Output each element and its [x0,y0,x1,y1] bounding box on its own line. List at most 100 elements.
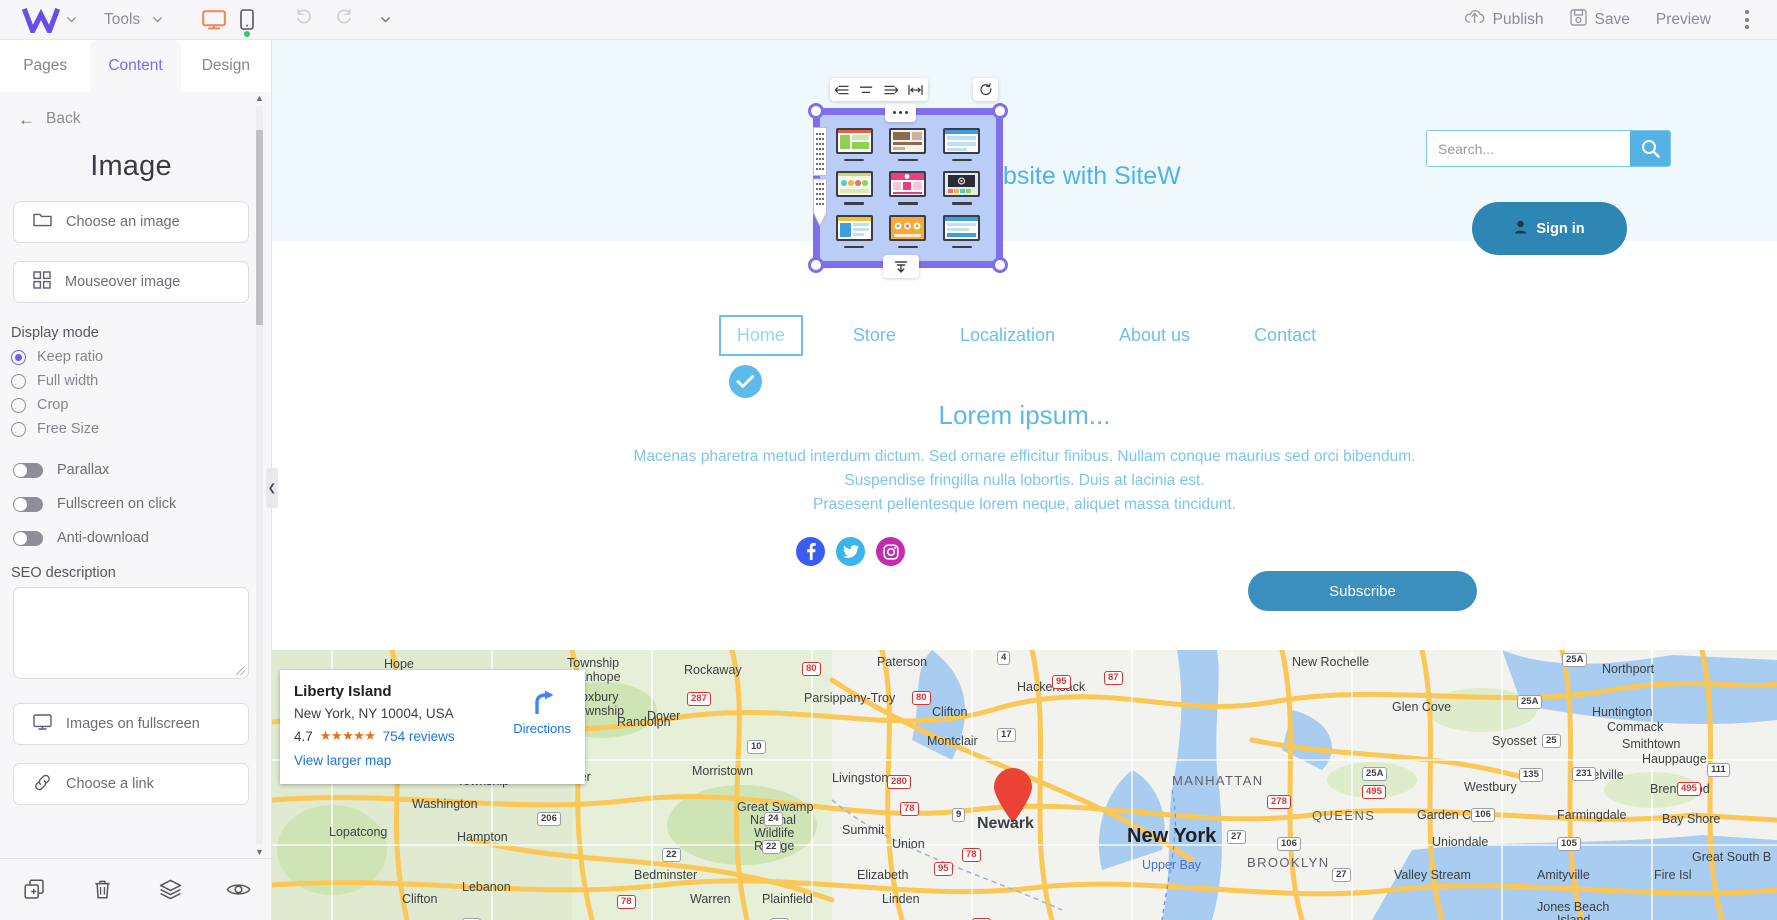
preview-button[interactable]: Preview [1656,11,1711,29]
app-root: Tools Publish Save Preview Pages Content… [0,0,1777,920]
desktop-icon[interactable] [202,9,226,30]
nav-item-store[interactable]: Store [839,315,910,356]
tab-design[interactable]: Design [180,40,271,92]
logo-chevron-down-icon[interactable] [60,9,82,31]
radio-indicator [11,349,26,365]
toggle-anti-download[interactable]: Anti-download [0,521,262,555]
drag-handle[interactable] [813,127,827,240]
sign-in-button[interactable]: Sign in [1472,202,1627,255]
nav-item-contact[interactable]: Contact [1240,315,1330,356]
images-on-fullscreen-button[interactable]: Images on fullscreen [13,703,249,745]
resize-handle-top-right[interactable] [992,103,1008,119]
toggle-fullscreen-on-click[interactable]: Fullscreen on click [0,487,262,521]
delete-icon[interactable] [68,879,136,900]
radio-indicator [11,397,26,413]
map-label: Clifton [932,705,968,719]
map-label: Morristown [692,764,754,778]
instagram-icon[interactable] [876,537,905,566]
visibility-icon[interactable] [204,881,272,898]
subscribe-button[interactable]: Subscribe [1248,571,1477,611]
radio-free-size[interactable]: Free Size [0,417,262,441]
tools-menu-button[interactable]: Tools [104,9,168,31]
nav-item-home[interactable]: Home [718,315,803,356]
map-label: New York [1127,825,1217,847]
map-route-shield: 27 [1227,830,1246,844]
lorem-line-2: Suspendise fringilla nulla lobortis. Dui… [844,472,1205,489]
selected-image-widget[interactable] [808,103,1008,278]
choose-a-link-label: Choose a link [66,776,154,792]
map-label: QUEENS [1312,808,1376,823]
duplicate-icon[interactable] [0,879,68,900]
resize-handle-bottom-left[interactable] [808,257,824,273]
map-route-shield: 95 [934,862,953,876]
mobile-icon[interactable] [240,9,254,37]
sidebar-collapse-handle[interactable]: ❮ [266,468,278,508]
resize-handle-bottom-right[interactable] [992,257,1008,273]
move-down-icon[interactable] [883,255,919,278]
search-box[interactable] [1426,130,1671,167]
layers-icon[interactable] [136,879,204,900]
choose-image-label: Choose an image [66,214,180,230]
scroll-thumb[interactable] [256,130,263,325]
scroll-down-arrow-icon[interactable]: ▼ [254,846,265,858]
google-map[interactable]: Liberty Island New York, NY 10004, USA 4… [272,650,1777,920]
tab-pages[interactable]: Pages [0,40,91,92]
radio-keep-ratio[interactable]: Keep ratio [0,345,262,369]
redo-icon[interactable] [334,7,354,32]
map-label: Huntington [1592,705,1653,719]
radio-full-width[interactable]: Full width [0,369,262,393]
facebook-icon[interactable] [796,537,825,566]
undo-icon[interactable] [294,7,314,32]
scroll-up-arrow-icon[interactable]: ▲ [254,92,265,104]
align-left-icon[interactable] [835,84,849,96]
grid-squares-icon [33,271,51,293]
publish-button[interactable]: Publish [1464,9,1544,30]
thumbnail-item [884,169,933,208]
mouseover-image-button[interactable]: Mouseover image [13,261,249,303]
align-center-icon[interactable] [859,84,873,96]
back-label: Back [46,110,81,127]
map-route-shield: 87 [1104,671,1123,685]
nav-item-about-us[interactable]: About us [1105,315,1204,356]
radio-crop[interactable]: Crop [0,393,262,417]
map-route-shield: 10 [747,740,766,754]
full-width-icon[interactable] [908,84,923,96]
seo-description-input[interactable] [13,587,249,679]
map-label: Plainfield [762,892,813,906]
radio-crop-label: Crop [37,397,69,413]
sign-in-label: Sign in [1536,220,1585,237]
kebab-menu-icon[interactable] [1737,6,1757,33]
choose-a-link-button[interactable]: Choose a link [13,763,249,805]
thumbnail-item [937,125,986,164]
twitter-icon[interactable] [836,537,865,566]
search-button[interactable] [1630,131,1670,166]
map-route-shield: 27 [1332,868,1351,882]
toggle-switch [13,462,43,478]
map-label: Elizabeth [857,868,909,882]
map-route-shield: 25A [1562,653,1588,667]
page-title: Image [90,150,172,182]
radio-free-size-label: Free Size [37,421,100,437]
directions-button[interactable]: Directions [513,690,571,736]
reload-icon[interactable] [973,78,998,101]
map-label: Bedminster [634,868,698,882]
map-route-shield: 280 [887,775,911,789]
nav-item-localization[interactable]: Localization [946,315,1069,356]
sidebar-scrollbar[interactable]: ▲ ▼ [254,92,265,858]
reviews-link[interactable]: 754 reviews [383,729,455,744]
view-larger-map-link[interactable]: View larger map [294,753,571,768]
more-options-icon[interactable] [885,103,916,122]
choose-image-button[interactable]: Choose an image [13,201,249,243]
map-label: Parsippany-Troy [804,691,896,705]
link-icon [33,774,52,795]
align-right-icon[interactable] [883,84,898,96]
sitew-logo-icon[interactable] [22,7,60,33]
toggle-parallax[interactable]: Parallax [0,453,262,487]
resize-handle-top-left[interactable] [808,103,824,119]
back-button[interactable]: ← Back [0,92,262,128]
save-button[interactable]: Save [1569,8,1630,31]
history-chevron-down-icon[interactable] [374,9,396,31]
tab-content[interactable]: Content [90,40,181,92]
map-route-shield: 105 [1557,837,1581,851]
search-input[interactable] [1427,131,1630,166]
